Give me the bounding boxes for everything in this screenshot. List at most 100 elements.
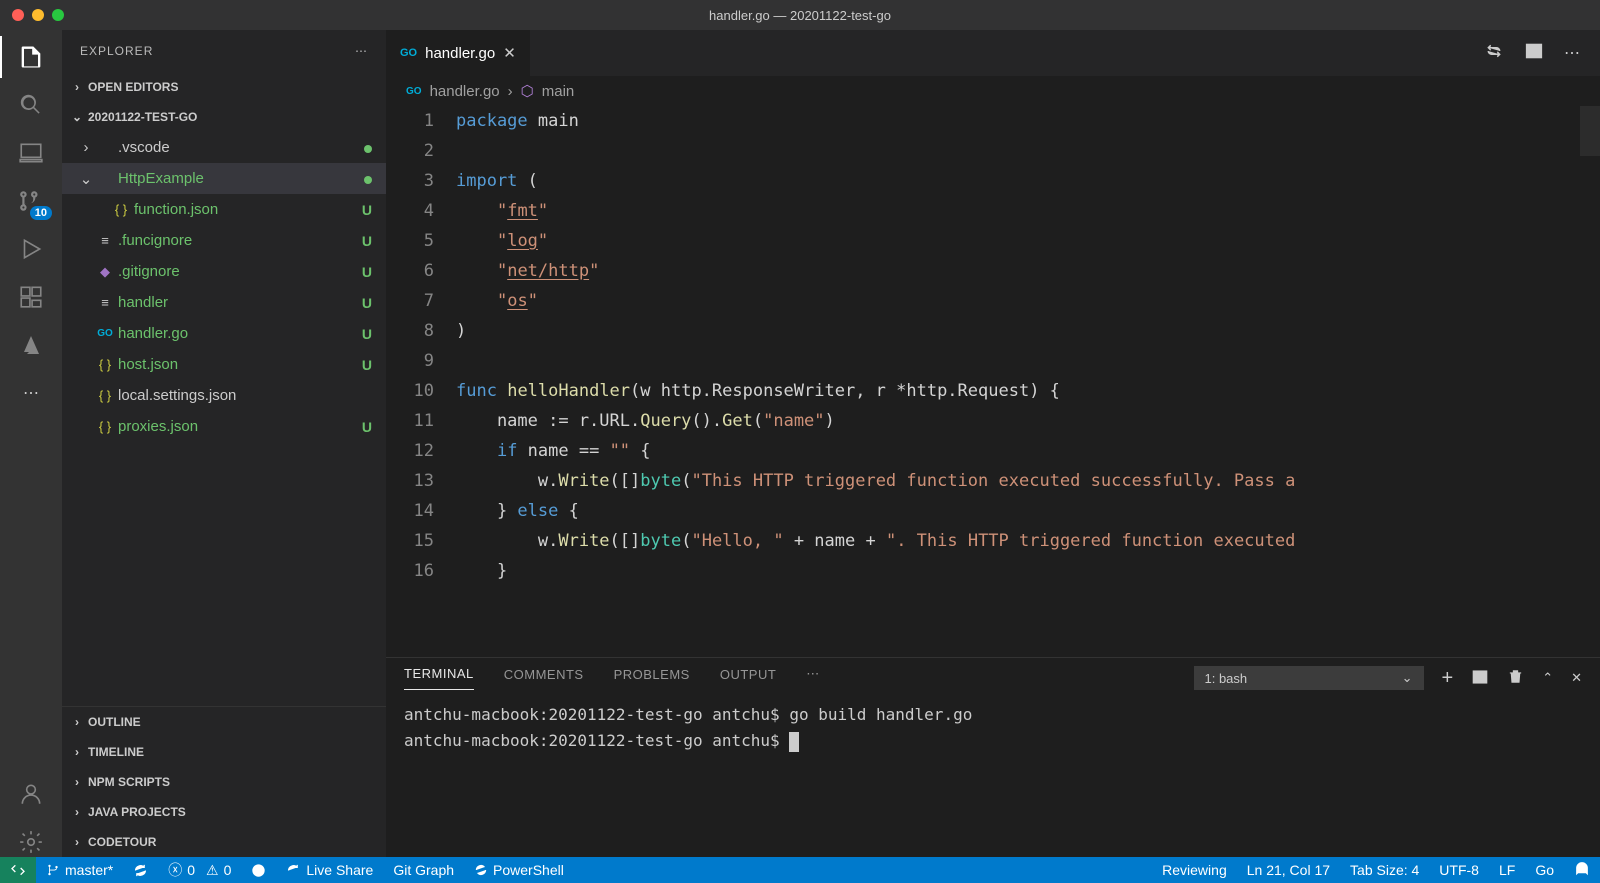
tab-size[interactable]: Tab Size: 4 bbox=[1340, 857, 1429, 883]
file-icon: { } bbox=[110, 202, 132, 217]
extensions-icon[interactable] bbox=[16, 282, 46, 312]
panel-tab-output[interactable]: OUTPUT bbox=[720, 667, 776, 690]
terminal-selector[interactable]: 1: bash⌄ bbox=[1194, 666, 1424, 690]
editor-tabs: GO handler.go ✕ ⋯ bbox=[386, 30, 1600, 76]
close-panel-icon[interactable]: ✕ bbox=[1571, 670, 1582, 686]
tree-item[interactable]: { }function.jsonU bbox=[62, 194, 386, 225]
tree-item-label: .vscode bbox=[118, 139, 364, 156]
tree-item-label: function.json bbox=[134, 201, 362, 218]
tree-item[interactable]: ⌄HttpExample bbox=[62, 163, 386, 194]
encoding[interactable]: UTF-8 bbox=[1429, 857, 1489, 883]
git-decoration: U bbox=[362, 295, 372, 311]
section-java-projects[interactable]: ›JAVA PROJECTS bbox=[62, 797, 386, 827]
terminal-output[interactable]: antchu-macbook:20201122-test-go antchu$ … bbox=[386, 698, 1600, 857]
sidebar-more-icon[interactable]: ⋯ bbox=[355, 44, 368, 58]
search-icon[interactable] bbox=[16, 90, 46, 120]
powershell-button[interactable]: PowerShell bbox=[464, 857, 574, 883]
panel-tab-terminal[interactable]: TERMINAL bbox=[404, 666, 474, 690]
new-terminal-icon[interactable]: + bbox=[1442, 667, 1454, 690]
panel-more-icon[interactable]: ⋯ bbox=[806, 666, 820, 690]
run-debug-icon[interactable] bbox=[16, 234, 46, 264]
editor-area: GO handler.go ✕ ⋯ GO handler.go › ⬡ main… bbox=[386, 30, 1600, 857]
tree-item-label: .gitignore bbox=[118, 263, 362, 280]
tree-item[interactable]: { }host.jsonU bbox=[62, 349, 386, 380]
tree-item-label: host.json bbox=[118, 356, 362, 373]
problems-button[interactable]: ⓧ0⚠0 bbox=[158, 857, 241, 883]
more-icon[interactable]: ⋯ bbox=[16, 378, 46, 408]
git-decoration: U bbox=[362, 357, 372, 373]
file-icon: { } bbox=[94, 388, 116, 403]
section-outline[interactable]: ›OUTLINE bbox=[62, 707, 386, 737]
file-icon: GO bbox=[94, 328, 116, 339]
breadcrumb-file: handler.go bbox=[430, 83, 500, 100]
tree-item-label: HttpExample bbox=[118, 170, 364, 187]
git-decoration: U bbox=[362, 264, 372, 280]
section-codetour[interactable]: ›CODETOUR bbox=[62, 827, 386, 857]
git-decoration: U bbox=[362, 233, 372, 249]
titlebar: handler.go — 20201122-test-go bbox=[0, 0, 1600, 30]
file-icon: ≡ bbox=[94, 295, 116, 310]
chevron-down-icon: ⌄ bbox=[1402, 670, 1413, 686]
panel-tab-comments[interactable]: COMMENTS bbox=[504, 667, 584, 690]
explorer-icon[interactable] bbox=[16, 42, 46, 72]
file-icon: { } bbox=[94, 419, 116, 434]
settings-icon[interactable] bbox=[16, 827, 46, 857]
scm-badge: 10 bbox=[30, 206, 52, 220]
accounts-icon[interactable] bbox=[16, 779, 46, 809]
file-tree: ›.vscode⌄HttpExample{ }function.jsonU≡.f… bbox=[62, 132, 386, 706]
minimap[interactable] bbox=[1580, 106, 1600, 156]
tree-item[interactable]: GOhandler.goU bbox=[62, 318, 386, 349]
reviewing-status[interactable]: Reviewing bbox=[1152, 857, 1237, 883]
tree-item-label: .funcignore bbox=[118, 232, 362, 249]
breadcrumbs[interactable]: GO handler.go › ⬡ main bbox=[386, 76, 1600, 106]
kill-terminal-icon[interactable] bbox=[1507, 668, 1524, 688]
git-decoration: U bbox=[362, 326, 372, 342]
code-editor[interactable]: 12345678910111213141516 package main imp… bbox=[386, 106, 1600, 657]
file-icon: { } bbox=[94, 357, 116, 372]
close-tab-icon[interactable]: ✕ bbox=[503, 44, 516, 62]
close-window-button[interactable] bbox=[12, 9, 24, 21]
tree-item[interactable]: { }local.settings.json bbox=[62, 380, 386, 411]
window-controls bbox=[12, 9, 64, 21]
maximize-panel-icon[interactable]: ⌃ bbox=[1542, 670, 1553, 686]
window-title: handler.go — 20201122-test-go bbox=[709, 8, 891, 23]
minimize-window-button[interactable] bbox=[32, 9, 44, 21]
git-decoration: U bbox=[362, 202, 372, 218]
language-mode[interactable]: Go bbox=[1525, 857, 1564, 883]
tree-item[interactable]: ›.vscode bbox=[62, 132, 386, 163]
eol[interactable]: LF bbox=[1489, 857, 1525, 883]
tree-item[interactable]: ≡.funcignoreU bbox=[62, 225, 386, 256]
open-editors-section[interactable]: ›OPEN EDITORS bbox=[62, 72, 386, 102]
git-branch[interactable]: master* bbox=[36, 857, 123, 883]
project-section[interactable]: ⌄20201122-TEST-GO bbox=[62, 102, 386, 132]
remote-explorer-icon[interactable] bbox=[16, 138, 46, 168]
source-control-icon[interactable]: 10 bbox=[16, 186, 46, 216]
sync-button[interactable] bbox=[123, 857, 158, 883]
symbol-icon: ⬡ bbox=[521, 82, 534, 100]
compare-changes-icon[interactable] bbox=[1484, 41, 1504, 66]
panel-tab-problems[interactable]: PROBLEMS bbox=[614, 667, 690, 690]
editor-more-icon[interactable]: ⋯ bbox=[1564, 43, 1580, 63]
split-terminal-icon[interactable] bbox=[1471, 668, 1489, 689]
git-graph-button[interactable]: Git Graph bbox=[383, 857, 464, 883]
tree-item[interactable]: ◆.gitignoreU bbox=[62, 256, 386, 287]
maximize-window-button[interactable] bbox=[52, 9, 64, 21]
remote-button[interactable] bbox=[0, 857, 36, 883]
tab-handler-go[interactable]: GO handler.go ✕ bbox=[386, 30, 531, 76]
cursor-position[interactable]: Ln 21, Col 17 bbox=[1237, 857, 1340, 883]
file-icon: ◆ bbox=[94, 264, 116, 280]
sidebar: EXPLORER ⋯ ›OPEN EDITORS ⌄20201122-TEST-… bbox=[62, 30, 386, 857]
tree-item[interactable]: ≡handlerU bbox=[62, 287, 386, 318]
ports-button[interactable] bbox=[241, 857, 276, 883]
notifications-icon[interactable] bbox=[1564, 857, 1600, 883]
tree-item-label: handler.go bbox=[118, 325, 362, 342]
tree-item[interactable]: { }proxies.jsonU bbox=[62, 411, 386, 442]
live-share-button[interactable]: Live Share bbox=[276, 857, 383, 883]
tree-item-label: handler bbox=[118, 294, 362, 311]
split-editor-icon[interactable] bbox=[1524, 41, 1544, 66]
azure-icon[interactable] bbox=[16, 330, 46, 360]
go-file-icon: GO bbox=[406, 86, 422, 97]
section-npm-scripts[interactable]: ›NPM SCRIPTS bbox=[62, 767, 386, 797]
git-decoration bbox=[364, 140, 372, 156]
section-timeline[interactable]: ›TIMELINE bbox=[62, 737, 386, 767]
